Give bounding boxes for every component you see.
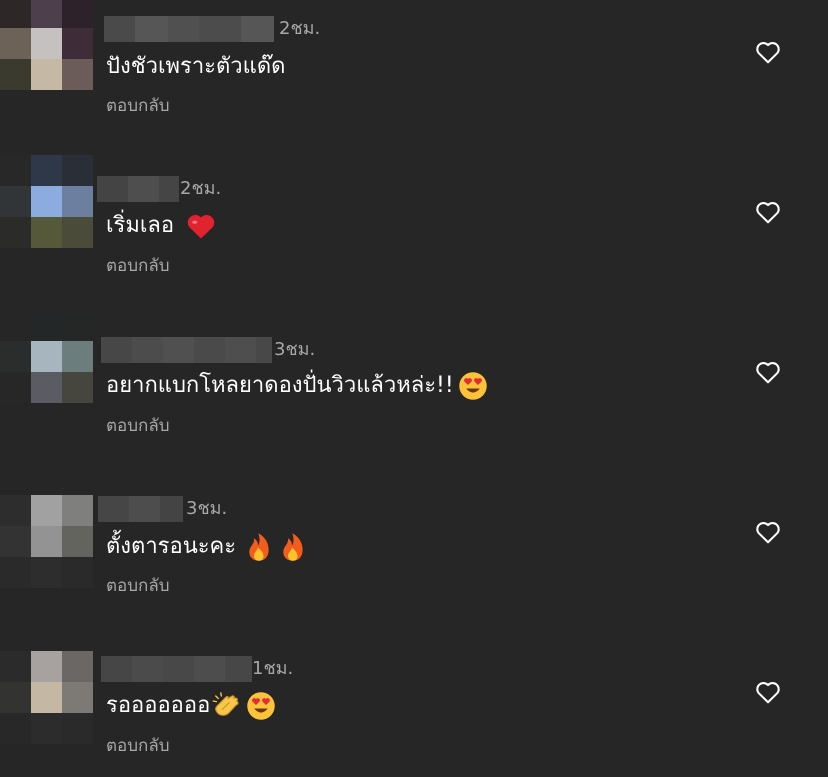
username-redacted[interactable] (104, 16, 274, 42)
comment-text-content: เริ่มเลอ (106, 213, 175, 238)
comment-time: 3ชม. (186, 498, 228, 519)
comment-text-content: อยากแบกโหลยาดองปั่นวิวแล้วหล่ะ!! (106, 373, 454, 398)
comment-item: 2ชม. เริ่มเลอ ตอบกลับ (0, 155, 828, 320)
comment-text: เริ่มเลอ (106, 210, 216, 242)
username-redacted[interactable] (101, 656, 252, 682)
reply-button[interactable]: ตอบกลับ (106, 254, 170, 278)
comment-text: ปังชัวเพราะตัวแด๊ด (106, 51, 285, 83)
comment-list: 2ชม. ปังชัวเพราะตัวแด๊ด ตอบกลับ 2ชม. เริ… (0, 0, 828, 777)
clapping-hands-emoji-icon (212, 692, 239, 716)
comment-time: 3ชม. (274, 339, 316, 360)
comment-item: 1ชม. รอออออออ ตอบกลับ (0, 640, 828, 777)
comment-time: 2ชม. (279, 18, 321, 39)
heart-eyes-emoji-icon (247, 692, 276, 720)
username-redacted[interactable] (97, 176, 179, 202)
fire-emoji-icon (249, 533, 269, 561)
reply-button[interactable]: ตอบกลับ (106, 574, 170, 598)
comment-text-content: ปังชัวเพราะตัวแด๊ด (106, 54, 286, 79)
comment-text: ตั้งตารอนะคะ (106, 531, 306, 563)
like-heart-icon[interactable] (755, 360, 781, 384)
comment-item: 3ชม. ตั้งตารอนะคะ ตอบกลับ (0, 480, 828, 640)
comment-time: 2ชม. (180, 178, 222, 199)
avatar[interactable] (0, 155, 93, 248)
comment-text-content: รอออออออ (106, 693, 211, 718)
reply-button[interactable]: ตอบกลับ (106, 414, 170, 438)
like-heart-icon[interactable] (755, 680, 781, 704)
red-heart-emoji-icon (187, 214, 215, 239)
reply-button[interactable]: ตอบกลับ (106, 734, 170, 758)
avatar[interactable] (0, 495, 93, 588)
comment-item: 2ชม. ปังชัวเพราะตัวแด๊ด ตอบกลับ (0, 0, 828, 160)
comment-item: 3ชม. อยากแบกโหลยาดองปั่นวิวแล้วหล่ะ!! ตอ… (0, 310, 828, 480)
like-heart-icon[interactable] (755, 40, 781, 64)
fire-emoji-icon (283, 533, 303, 561)
comment-text-content: ตั้งตารอนะคะ (106, 534, 237, 559)
reply-button[interactable]: ตอบกลับ (106, 94, 170, 118)
like-heart-icon[interactable] (755, 200, 781, 224)
avatar[interactable] (0, 0, 93, 90)
like-heart-icon[interactable] (755, 520, 781, 544)
username-redacted[interactable] (98, 496, 183, 522)
comment-text: อยากแบกโหลยาดองปั่นวิวแล้วหล่ะ!! (106, 370, 488, 402)
avatar[interactable] (0, 651, 93, 744)
comment-time: 1ชม. (252, 658, 294, 679)
heart-eyes-emoji-icon (458, 372, 487, 400)
username-redacted[interactable] (101, 337, 272, 363)
avatar[interactable] (0, 310, 93, 403)
comment-text: รอออออออ (106, 690, 276, 722)
